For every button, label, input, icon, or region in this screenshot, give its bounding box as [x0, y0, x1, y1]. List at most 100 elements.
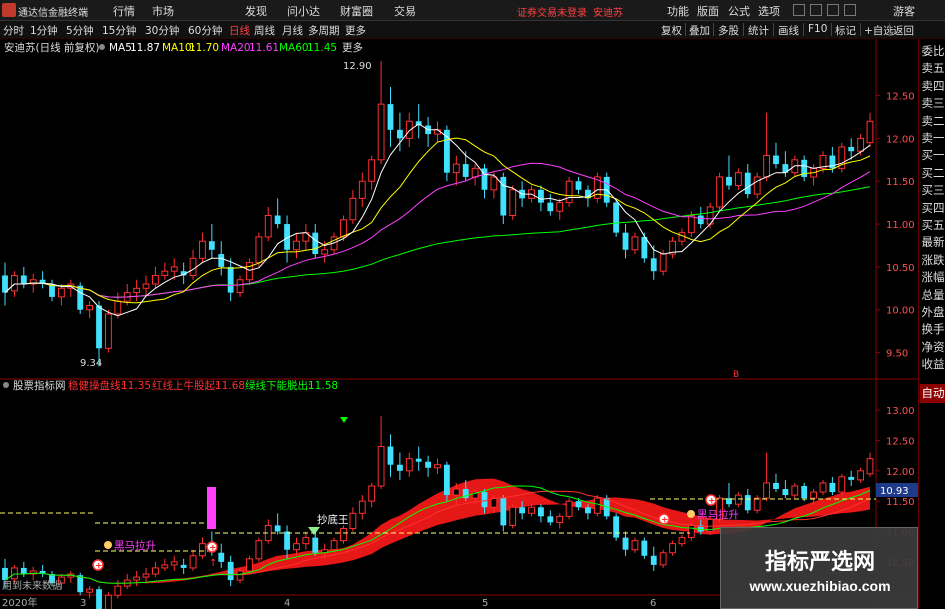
- side-panel-item[interactable]: 最新: [920, 233, 945, 252]
- menu-item-layout[interactable]: 版面: [697, 3, 719, 19]
- side-panel-item[interactable]: 换手: [920, 320, 945, 339]
- candle-body: [791, 485, 799, 496]
- candle-body: [218, 254, 225, 267]
- f10-button[interactable]: F10: [808, 23, 827, 35]
- tab-period[interactable]: 周线: [254, 23, 275, 38]
- candle-body: [528, 506, 535, 514]
- watermark-overlay: 指标严选网 www.xuezhibiao.com: [720, 527, 918, 609]
- candle-body: [227, 561, 234, 581]
- side-panel-item[interactable]: 卖二: [920, 112, 945, 131]
- candle-body: [377, 446, 385, 487]
- candle-body: [773, 482, 779, 490]
- candle-body: [246, 262, 253, 281]
- menu-item-discover[interactable]: 发现: [245, 3, 267, 19]
- svg-text:+: +: [209, 544, 217, 554]
- more-label[interactable]: 更多: [342, 41, 363, 54]
- tab-period[interactable]: 多周期: [308, 23, 340, 38]
- login-notice[interactable]: 证券交易未登录: [517, 4, 587, 19]
- side-panel-item[interactable]: 外盘: [920, 303, 945, 322]
- candle-body: [161, 564, 169, 569]
- side-panel-item[interactable]: 卖三: [920, 94, 945, 113]
- side-panel-item[interactable]: 总量: [920, 286, 945, 305]
- candle-body: [538, 507, 544, 517]
- side-panel-item[interactable]: 自动: [920, 384, 945, 403]
- side-panel-item[interactable]: 买二: [920, 164, 945, 183]
- window-icon[interactable]: [827, 4, 839, 16]
- tab-period[interactable]: 15分钟: [102, 23, 136, 38]
- menu-bar: 通达信金融终端 行情 市场 发现 问小达 财富圈 交易 证券交易未登录 安迪苏 …: [0, 0, 945, 21]
- overlay-button[interactable]: 叠加: [689, 23, 710, 38]
- window-icon[interactable]: [810, 4, 822, 16]
- candle-body: [321, 249, 329, 255]
- side-panel-item[interactable]: 卖一: [920, 129, 945, 148]
- side-panel-item[interactable]: 买五: [920, 216, 945, 235]
- menu-item-options[interactable]: 选项: [758, 3, 780, 19]
- settings-dot-icon[interactable]: [3, 382, 9, 388]
- candle-body: [641, 236, 648, 259]
- tab-period[interactable]: 1分钟: [30, 23, 58, 38]
- svg-text:+: +: [95, 562, 103, 572]
- tab-period[interactable]: 30分钟: [145, 23, 179, 38]
- settings-dot-icon[interactable]: [99, 44, 105, 50]
- statistics-button[interactable]: 统计: [748, 23, 769, 38]
- candle-body: [575, 501, 582, 508]
- candle-body: [368, 159, 376, 182]
- main-chart-header: 安迪苏(日线 前复权) MA5: 11.87 MA10: 11.70 MA20:…: [4, 41, 363, 54]
- chart-area[interactable]: 安迪苏(日线 前复权) MA5: 11.87 MA10: 11.70 MA20:…: [0, 39, 918, 609]
- y-tick-label: 9.50: [886, 349, 908, 360]
- candle-body: [170, 561, 178, 566]
- side-panel-item[interactable]: 涨跌: [920, 251, 945, 270]
- tab-period[interactable]: 月线: [282, 23, 303, 38]
- guest-label[interactable]: 游客: [893, 3, 915, 19]
- mark-button[interactable]: 标记: [835, 23, 856, 38]
- signal-triangle-icon: [340, 417, 348, 423]
- menu-item-trade[interactable]: 交易: [394, 3, 416, 19]
- moving-average-lines: [4, 123, 871, 317]
- side-panel-item[interactable]: 涨幅: [920, 268, 945, 287]
- window-icon[interactable]: [793, 4, 805, 16]
- menu-item-wealth[interactable]: 财富圈: [340, 3, 373, 19]
- side-panel-item[interactable]: 收益: [920, 355, 945, 374]
- tab-period[interactable]: 分时: [3, 23, 24, 38]
- menu-item-formula[interactable]: 公式: [728, 3, 750, 19]
- candle-body: [509, 189, 517, 217]
- candle-body: [10, 274, 18, 292]
- tab-more[interactable]: 更多: [345, 23, 366, 38]
- menu-item-market[interactable]: 市场: [152, 3, 174, 19]
- tab-period[interactable]: 60分钟: [188, 23, 222, 38]
- indicator-header: 股票指标网 稳健操盘线: 11.35 红线上牛股起: 11.68 绿线下能脱出:…: [3, 379, 338, 392]
- candle-body: [377, 103, 385, 161]
- multi-stock-button[interactable]: 多股: [718, 23, 739, 38]
- period-toolbar: 分时 1分钟 5分钟 15分钟 30分钟 60分钟 日线 周线 月线 多周期 更…: [0, 21, 945, 39]
- candle-body: [726, 176, 732, 186]
- tab-period-daily[interactable]: 日线: [229, 23, 250, 38]
- side-panel-item[interactable]: 净资: [920, 338, 945, 357]
- candle-body: [659, 552, 667, 566]
- tab-period[interactable]: 5分钟: [66, 23, 94, 38]
- candle-body: [208, 241, 215, 250]
- candle-body: [330, 540, 338, 551]
- candle-body: [593, 497, 601, 514]
- side-panel-item[interactable]: 卖四: [920, 77, 945, 96]
- draw-line-button[interactable]: 画线: [778, 23, 799, 38]
- candle-body: [340, 219, 347, 238]
- candle-body: [687, 524, 695, 539]
- menu-item-market-quotes[interactable]: 行情: [113, 3, 135, 19]
- back-button[interactable]: 返回: [893, 23, 914, 38]
- side-panel-item[interactable]: 委比: [920, 42, 945, 61]
- menu-item-function[interactable]: 功能: [667, 3, 689, 19]
- side-panel-item[interactable]: 买一: [920, 146, 945, 165]
- candle-body: [358, 180, 366, 199]
- candle-body: [565, 180, 573, 204]
- y-tick-label: 13.00: [886, 406, 915, 417]
- side-panel-item[interactable]: 卖五: [920, 59, 945, 78]
- candle-body: [556, 515, 564, 523]
- side-panel-item[interactable]: 买三: [920, 181, 945, 200]
- candle-body: [236, 570, 244, 581]
- window-icon[interactable]: [844, 4, 856, 16]
- menu-item-ask[interactable]: 问小达: [287, 3, 320, 19]
- candle-body: [302, 537, 310, 545]
- side-panel-item[interactable]: 买四: [920, 199, 945, 218]
- restore-rights-button[interactable]: 复权: [661, 23, 682, 38]
- candle-body: [810, 491, 818, 499]
